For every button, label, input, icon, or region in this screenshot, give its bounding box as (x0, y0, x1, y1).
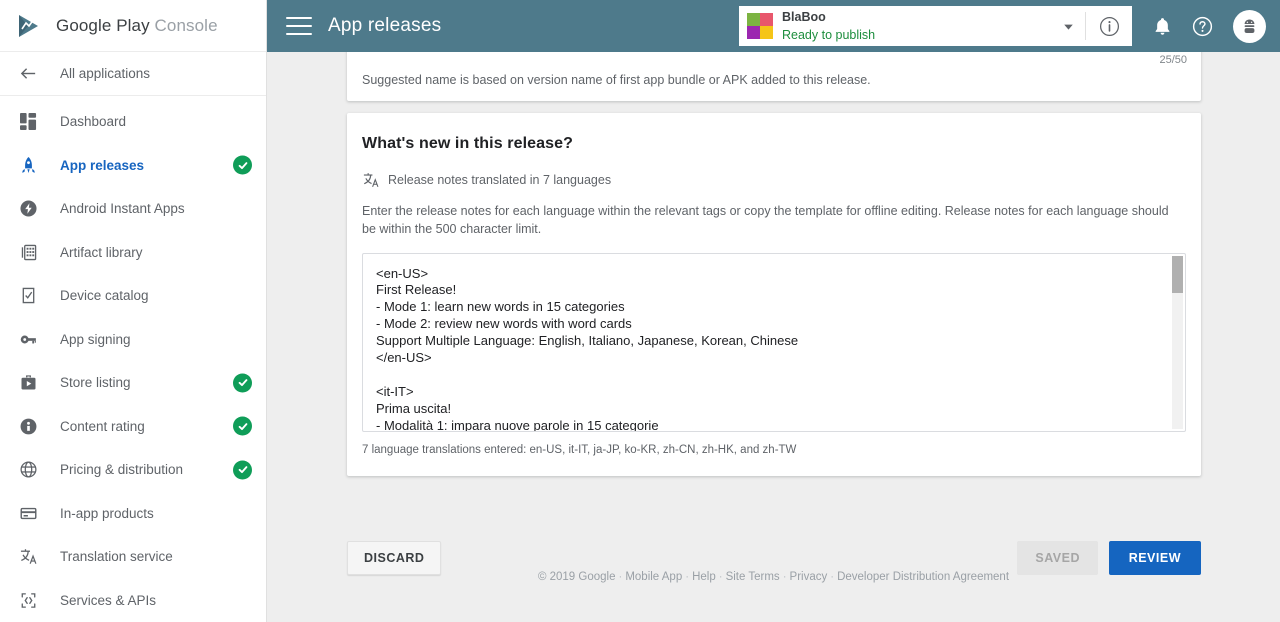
app-selector-chip[interactable]: BlaBoo Ready to publish (739, 6, 1132, 46)
brand-title-bold: Google Play (56, 15, 150, 35)
status-check-icon (233, 416, 252, 436)
header-actions (1149, 0, 1266, 52)
sidebar-item-artifact-library[interactable]: Artifact library (0, 231, 266, 275)
sidebar-item-app-signing[interactable]: App signing (0, 318, 266, 362)
rocket-icon (14, 156, 42, 174)
arrow-back-icon (14, 64, 42, 83)
sidebar-item-label: Content rating (60, 418, 145, 434)
account-avatar-icon[interactable] (1233, 9, 1266, 43)
textarea-scrollbar-thumb[interactable] (1172, 255, 1183, 293)
sidebar-item-label: Artifact library (60, 244, 143, 260)
content-rating-icon (14, 418, 42, 435)
sidebar-back-label: All applications (60, 66, 151, 81)
sidebar-item-label: Android Instant Apps (60, 201, 185, 217)
services-apis-icon (14, 592, 42, 609)
discard-button[interactable]: DISCARD (347, 541, 442, 575)
chevron-down-icon[interactable] (1051, 20, 1085, 33)
card-icon (14, 505, 42, 522)
footer-copyright: © 2019 Google (537, 571, 616, 583)
content-area: 25/50 Suggested name is based on version… (267, 52, 1280, 622)
sidebar-item-content-rating[interactable]: Content rating (0, 405, 266, 449)
sidebar-nav: Dashboard App releases Android Instant A… (0, 96, 266, 622)
status-check-icon (233, 373, 252, 393)
sidebar-item-label: Dashboard (60, 114, 127, 130)
whats-new-card: What's new in this release? Release note… (347, 113, 1201, 476)
store-icon (14, 374, 42, 391)
brand-title: Google Play Console (56, 16, 218, 36)
status-check-icon (233, 155, 252, 175)
sidebar-item-label: App signing (60, 331, 131, 347)
sidebar-item-dashboard[interactable]: Dashboard (0, 100, 266, 144)
release-notes-field-wrapper (362, 252, 1186, 432)
release-notes-textarea[interactable] (362, 252, 1186, 432)
globe-icon (14, 461, 42, 478)
sidebar-item-label: Translation service (60, 549, 173, 565)
sidebar-item-label: Store listing (60, 375, 131, 391)
device-catalog-icon (14, 287, 42, 304)
top-header: App releases BlaBoo Ready to publish (267, 0, 1280, 52)
play-console-logo (16, 13, 46, 39)
artifact-library-icon (14, 244, 42, 261)
sidebar-item-label: In-app products (60, 505, 154, 521)
footer: © 2019 Google · Mobile App · Help · Site Terms… (537, 571, 1010, 583)
instant-apps-icon (14, 200, 42, 217)
translated-label: Release notes translated in 7 languages (388, 172, 612, 187)
app-icon (747, 13, 773, 39)
dashboard-icon (14, 113, 42, 131)
sidebar-item-all-applications[interactable]: All applications (0, 52, 266, 96)
help-question-icon[interactable] (1189, 13, 1215, 39)
footer-link-help[interactable]: Help (692, 571, 716, 583)
app-status: Ready to publish (782, 28, 876, 42)
app-root: Google Play Console All applications Das… (0, 0, 1280, 622)
brand-header[interactable]: Google Play Console (0, 0, 266, 52)
release-notes-instructions: Enter the release notes for each languag… (362, 204, 1169, 236)
translated-status: Release notes translated in 7 languages (362, 171, 1186, 188)
footer-link-mobile-app[interactable]: Mobile App (625, 571, 682, 583)
footer-link-site-terms[interactable]: Site Terms (726, 571, 780, 583)
page-title: App releases (328, 15, 442, 36)
sidebar: Google Play Console All applications Das… (0, 0, 267, 622)
sidebar-item-android-instant-apps[interactable]: Android Instant Apps (0, 187, 266, 231)
key-icon (14, 331, 42, 348)
sidebar-item-translation-service[interactable]: Translation service (0, 535, 266, 579)
character-counter: 25/50 (1159, 54, 1187, 66)
saved-button: SAVED (1017, 541, 1098, 575)
sidebar-item-label: Device catalog (60, 288, 149, 304)
translate-icon (14, 548, 42, 565)
sidebar-item-label: App releases (60, 157, 145, 173)
release-name-helper-text: Suggested name is based on version name … (362, 73, 871, 87)
footer-link-privacy[interactable]: Privacy (790, 571, 828, 583)
section-title: What's new in this release? (362, 135, 574, 152)
release-name-card: 25/50 Suggested name is based on version… (347, 52, 1201, 101)
status-check-icon (233, 460, 252, 480)
info-icon[interactable] (1086, 16, 1132, 37)
sidebar-item-pricing-distribution[interactable]: Pricing & distribution (0, 448, 266, 492)
sidebar-item-app-releases[interactable]: App releases (0, 144, 266, 188)
sidebar-item-device-catalog[interactable]: Device catalog (0, 274, 266, 318)
review-button[interactable]: REVIEW (1108, 541, 1201, 575)
brand-title-light: Console (154, 15, 218, 35)
translations-caption: 7 language translations entered: en-US, … (362, 443, 797, 456)
hamburger-icon[interactable] (286, 17, 312, 35)
app-chip-text: BlaBoo Ready to publish (782, 8, 1051, 45)
footer-link-developer-distribution-agreement[interactable]: Developer Distribution Agreement (837, 571, 1009, 583)
sidebar-item-in-app-products[interactable]: In-app products (0, 492, 266, 536)
sidebar-item-label: Pricing & distribution (60, 462, 184, 478)
app-name: BlaBoo (782, 9, 826, 24)
sidebar-item-services-apis[interactable]: Services & APIs (0, 579, 266, 622)
sidebar-item-label: Services & APIs (60, 592, 157, 608)
notifications-bell-icon[interactable] (1149, 13, 1175, 39)
translate-icon (362, 171, 379, 188)
sidebar-item-store-listing[interactable]: Store listing (0, 361, 266, 405)
